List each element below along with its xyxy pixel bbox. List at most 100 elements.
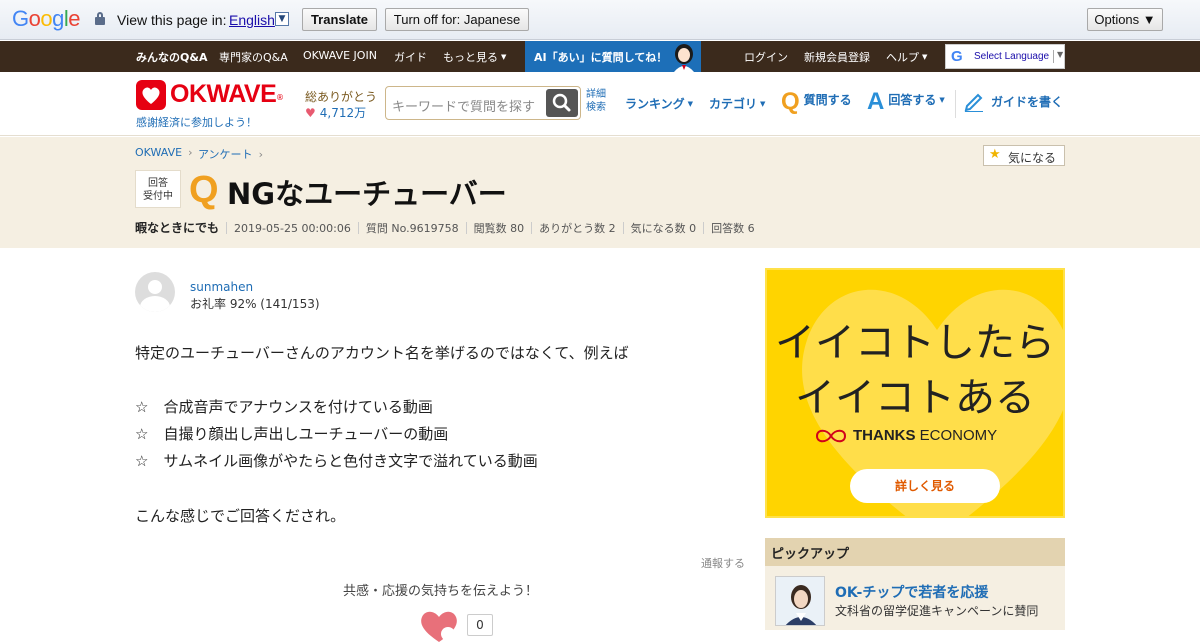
status-line1: 回答 (148, 178, 168, 189)
question-header: OKWAVE › アンケート › ★ 気になる 回答 受付中 Q NGなユーチューバ… (0, 137, 1200, 248)
nav-item-guide[interactable]: ガイド (394, 49, 427, 65)
watch-label: 気になる (1008, 151, 1057, 165)
empathy-count: 0 (467, 614, 493, 636)
translate-button[interactable]: Translate (302, 8, 377, 31)
search-input[interactable]: キーワードで質問を探す (392, 96, 535, 115)
advanced-search-line1: 詳細 (586, 89, 606, 100)
ad-headline-1: イイコトしたら (775, 320, 1055, 366)
ranking-menu[interactable]: ランキング ▼ (625, 95, 693, 112)
q-icon: Q (781, 88, 800, 115)
signup-link[interactable]: 新規会員登録 (804, 49, 870, 65)
answer-menu[interactable]: A 回答する ▼ (867, 88, 945, 116)
ask-question-button[interactable]: Q 質問する (781, 88, 852, 116)
total-thanks-count: ♥ 4,712万 (305, 104, 366, 121)
breadcrumb-okwave[interactable]: OKWAVE › (135, 146, 192, 159)
question-meta: 暇なときにでも 2019-05-25 00:00:06 質問 No.9619758 閲… (135, 219, 755, 236)
write-guide-button[interactable]: ガイドを書く (963, 90, 1064, 113)
nav-item-expert-qa[interactable]: 専門家のQ&A (219, 49, 288, 65)
view-count: 閲覧数 80 (473, 222, 525, 235)
question-body-line: こんな感じでご回答くだされ。 (135, 507, 346, 525)
ai-banner-label: AI「あい」に質問してね！ (534, 51, 668, 64)
pickup-subtitle: 文科省の留学促進キャンペーンに賛同 (835, 604, 1039, 618)
category-menu[interactable]: カテゴリ ▼ (709, 95, 765, 112)
write-guide-label: ガイドを書く (991, 95, 1064, 109)
heart-logo-icon (136, 80, 166, 110)
author-thanks-rate: お礼率 92% (141/153) (190, 297, 320, 311)
thanks-count: ありがとう数 2 (539, 222, 616, 235)
nav-item-more[interactable]: もっと見る ▼ (443, 49, 506, 65)
breadcrumb-survey[interactable]: アンケート › (198, 146, 263, 162)
slogan-link[interactable]: 感謝経済に参加しよう！ (136, 114, 257, 130)
question-number: 質問 No.9619758 (365, 222, 459, 235)
login-link[interactable]: ログイン (744, 49, 788, 65)
divider (1053, 50, 1054, 63)
answer-label: 回答する (888, 93, 937, 107)
ask-label: 質問する (803, 93, 852, 107)
caret-down-icon: ▼ (760, 100, 766, 108)
ad-cta-button[interactable]: 詳しく見る (850, 469, 1000, 503)
question-body-line: ☆ 自撮り顔出し声出しユーチューバーの動画 (135, 425, 449, 443)
report-link[interactable]: 通報する (701, 555, 745, 571)
star-icon: ★ (989, 147, 1001, 162)
page-title: NGなユーチューバー (227, 177, 507, 211)
watch-count: 気になる数 0 (630, 222, 697, 235)
ad-brand-rest: ECONOMY (915, 427, 998, 444)
answer-count: 回答数 6 (711, 222, 755, 235)
nav-more-label: もっと見る (443, 51, 498, 64)
watch-button[interactable]: ★ 気になる (983, 145, 1065, 166)
thanks-economy-ad[interactable]: イイコトしたら イイコトある THANKS ECONOMY 詳しく見る (765, 268, 1065, 518)
category-label: カテゴリ (709, 97, 758, 111)
empathy-heart-button[interactable] (418, 608, 460, 644)
question-q-icon: Q (189, 169, 219, 211)
ai-banner[interactable]: AI「あい」に質問してね！ (525, 41, 701, 72)
turn-off-button[interactable]: Turn off for: Japanese (385, 8, 529, 31)
ai-character-icon (674, 44, 694, 72)
global-nav: みんなのQ&A 専門家のQ&A OKWAVE JOIN ガイド もっと見る ▼ A… (0, 41, 1200, 72)
avatar[interactable] (135, 272, 175, 312)
search-box[interactable]: キーワードで質問を探す (385, 86, 581, 120)
category-link[interactable]: 暇なときにでも (135, 221, 219, 235)
nav-item-community-qa[interactable]: みんなのQ&A (136, 49, 207, 65)
select-language-widget[interactable]: G Select Language ▼ (945, 44, 1065, 69)
pickup-heading: ピックアップ (765, 538, 1065, 566)
site-header: OKWAVE ® 感謝経済に参加しよう！ 総ありがとう ♥ 4,712万 キーワー… (0, 72, 1200, 136)
google-g-icon: G (951, 48, 963, 65)
a-icon: A (867, 88, 885, 115)
caret-down-icon: ▼ (922, 53, 928, 61)
registered-mark: ® (276, 93, 284, 102)
question-body-line: 特定のユーチューバーさんのアカウント名を挙げるのではなくて、例えば (135, 344, 629, 362)
dropdown-arrow-icon: ▼ (1057, 50, 1064, 59)
translate-prompt: View this page in: (117, 12, 227, 28)
question-body-line: ☆ 合成音声でアナウンスを付けている動画 (135, 398, 433, 416)
okwave-logo[interactable]: OKWAVE ® (136, 80, 286, 110)
knot-logo-icon (815, 429, 847, 443)
chevron-right-icon: › (258, 148, 263, 161)
language-dropdown-icon[interactable]: ▼ (275, 12, 289, 26)
thanks-count-value: 4,712万 (319, 106, 367, 120)
author-name-link[interactable]: sunmahen (190, 280, 253, 294)
options-button[interactable]: Options ▼ (1087, 8, 1163, 31)
pickup-title-link[interactable]: OK-チップで若者を応援 (835, 582, 988, 602)
chevron-right-icon: › (188, 146, 193, 159)
ad-headline-2: イイコトある (795, 375, 1035, 421)
pencil-icon (964, 93, 983, 113)
caret-down-icon: ▼ (687, 100, 694, 108)
breadcrumb-label: アンケート (198, 148, 253, 161)
caret-down-icon: ▼ (501, 53, 507, 61)
breadcrumb-label: OKWAVE (135, 146, 183, 159)
logo-text: OKWAVE (170, 80, 277, 108)
search-icon (552, 93, 571, 112)
status-badge: 回答 受付中 (135, 170, 181, 208)
question-date: 2019-05-25 00:00:06 (234, 222, 351, 235)
help-label: ヘルプ (886, 51, 919, 64)
pickup-thumbnail[interactable] (775, 576, 825, 626)
advanced-search-line2: 検索 (586, 102, 606, 113)
google-logo: Google (12, 6, 81, 31)
advanced-search-link[interactable]: 詳細 検索 (586, 88, 606, 114)
search-button[interactable] (546, 89, 578, 117)
select-language-label: Select Language (974, 51, 1050, 62)
translate-bar: Google View this page in: English ▼ Tran… (0, 0, 1200, 40)
help-menu[interactable]: ヘルプ ▼ (886, 49, 927, 65)
language-link[interactable]: English (229, 12, 275, 28)
nav-item-okwave-join[interactable]: OKWAVE JOIN (303, 49, 377, 62)
